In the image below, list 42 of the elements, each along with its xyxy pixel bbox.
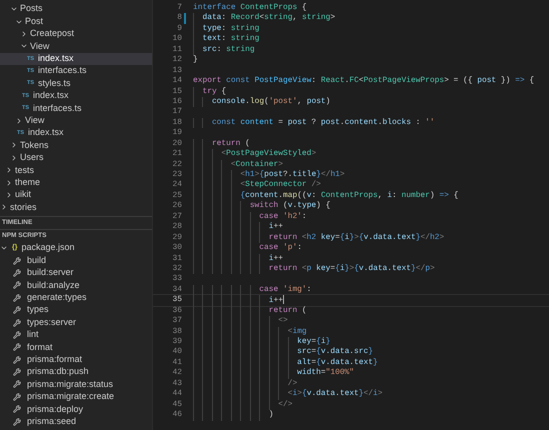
npm-script-item[interactable]: build:analyze [0,279,152,292]
chevron-right-icon [15,116,23,125]
wrench-icon [13,330,21,339]
wrench-icon [13,343,21,352]
folder-item[interactable]: uikit [0,188,152,202]
npm-script-item[interactable]: prisma:db:push [0,366,152,378]
chevron-right-icon [20,30,28,38]
npm-script-item[interactable]: prisma:migrate:status [0,378,152,391]
wrench-icon [13,281,21,290]
folder-item[interactable]: Users [0,152,152,164]
folder-item[interactable]: tests [0,164,152,176]
npm-script-item[interactable]: prisma:format [0,354,152,366]
npm-script-item[interactable]: build:server [0,266,152,280]
npm-script-item[interactable]: generate:types [0,292,152,304]
wrench-icon [13,306,21,314]
folder-item[interactable]: Posts [0,3,152,16]
folder-item[interactable]: Post [0,15,152,28]
folder-item[interactable]: stories [0,201,152,214]
text-cursor [282,295,284,304]
wrench-icon [13,256,21,265]
wrench-icon [13,268,21,277]
wrench-icon [13,405,21,414]
npm-script-item[interactable]: prisma:seed [0,415,152,428]
wrench-icon [13,418,21,426]
wrench-icon [13,294,21,302]
npm-script-item[interactable]: prisma:migrate:create [0,390,152,404]
folder-item[interactable]: View [0,114,152,127]
npm-script-item[interactable]: format [0,341,152,354]
folder-item[interactable]: View [0,40,152,53]
npm-script-item[interactable]: types:server [0,316,152,329]
npm-script-item[interactable]: prisma:deploy [0,403,152,416]
npm-script-item[interactable]: build [0,254,152,267]
wrench-icon [13,318,21,327]
folder-item[interactable]: Tokens [0,139,152,152]
npm-script-item[interactable]: types [0,304,152,316]
folder-item[interactable]: theme [0,176,152,189]
npm-script-item[interactable]: lint [0,328,152,342]
folder-item[interactable]: Createpost [0,28,152,40]
wrench-icon [13,392,21,401]
wrench-icon [13,380,21,388]
wrench-icon [13,356,21,364]
wrench-icon [13,368,21,376]
